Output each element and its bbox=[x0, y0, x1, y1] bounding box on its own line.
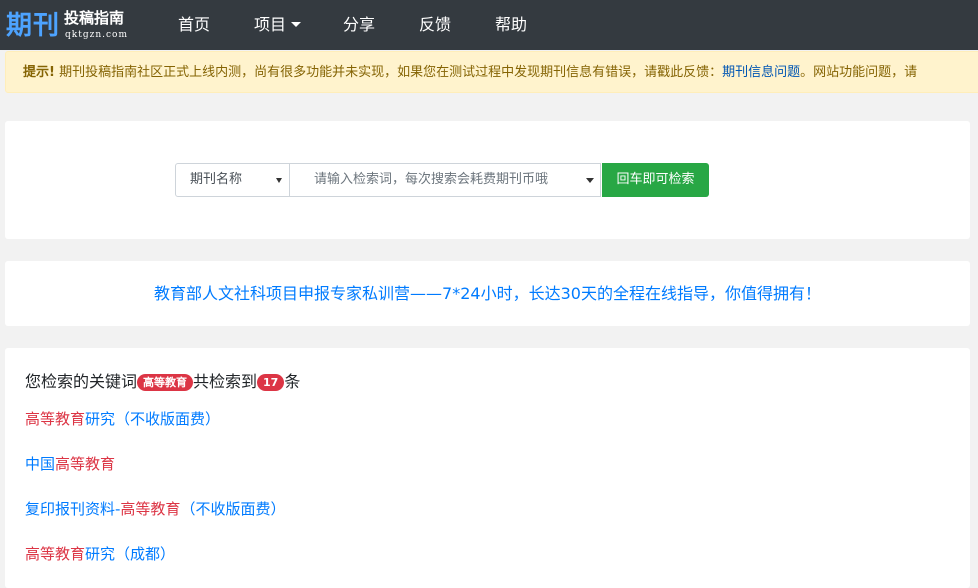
result-post: 研究（不收版面费） bbox=[85, 410, 221, 428]
result-pre: 中国 bbox=[25, 455, 56, 473]
keyword-badge: 高等教育 bbox=[137, 374, 194, 391]
input-dropdown-icon[interactable] bbox=[586, 178, 594, 183]
result-pre: 复印报刊资料- bbox=[25, 500, 121, 518]
result-highlight: 高等教育 bbox=[55, 455, 116, 473]
summary-mid: 共检索到 bbox=[193, 372, 258, 391]
result-highlight: 高等教育 bbox=[25, 545, 86, 563]
result-post: （不收版面费） bbox=[180, 500, 286, 518]
select-caret-icon bbox=[276, 178, 282, 183]
chevron-down-icon bbox=[291, 22, 302, 27]
count-badge: 17 bbox=[257, 374, 285, 391]
search-input[interactable]: 请输入检索词，每次搜索会耗费期刊币哦 bbox=[290, 163, 601, 197]
alert-prefix: 提示! bbox=[23, 65, 55, 80]
result-item[interactable]: 高等教育研究（成都） bbox=[25, 544, 175, 564]
notice-alert: 提示! 期刊投稿指南社区正式上线内测，尚有很多功能并未实现，如果您在测试过程中发… bbox=[5, 51, 978, 93]
result-item[interactable]: 中国高等教育 bbox=[25, 454, 115, 474]
nav-item-projects-label: 项目 bbox=[254, 15, 287, 34]
search-button[interactable]: 回车即可检索 bbox=[602, 163, 709, 197]
alert-suffix: 。网站功能问题，请 bbox=[800, 65, 918, 80]
result-item[interactable]: 高等教育研究（不收版面费） bbox=[25, 409, 220, 429]
result-highlight: 高等教育 bbox=[120, 500, 181, 518]
nav-item-help[interactable]: 帮助 bbox=[495, 14, 527, 36]
nav-item-share[interactable]: 分享 bbox=[343, 14, 375, 36]
alert-feedback-link[interactable]: 期刊信息问题 bbox=[722, 65, 800, 80]
logo-chinese-text: 投稿指南 bbox=[64, 9, 125, 27]
nav-item-feedback[interactable]: 反馈 bbox=[419, 14, 451, 36]
summary-suffix: 条 bbox=[284, 372, 301, 391]
search-field-select[interactable]: 期刊名称 bbox=[175, 163, 290, 197]
result-post: 研究（成都） bbox=[85, 545, 176, 563]
logo-big-text: 期刊 bbox=[6, 11, 61, 41]
result-summary: 您检索的关键词 高等教育 共检索到 17 条 bbox=[25, 372, 300, 392]
search-card: 期刊名称 请输入检索词，每次搜索会耗费期刊币哦 回车即可检索 bbox=[5, 121, 970, 239]
result-item[interactable]: 复印报刊资料-高等教育（不收版面费） bbox=[25, 499, 285, 519]
results-card: 您检索的关键词 高等教育 共检索到 17 条 高等教育研究（不收版面费） 中国高等教育 … bbox=[5, 348, 970, 588]
nav-item-home[interactable]: 首页 bbox=[178, 14, 210, 36]
navbar: 期刊 投稿指南 qktgzn.com 首页 项目 分享 反馈 帮助 bbox=[0, 0, 978, 50]
alert-message: 期刊投稿指南社区正式上线内测，尚有很多功能并未实现，如果您在测试过程中发现期刊信… bbox=[54, 65, 723, 80]
search-input-placeholder: 请输入检索词，每次搜索会耗费期刊币哦 bbox=[314, 172, 549, 187]
result-highlight: 高等教育 bbox=[25, 410, 86, 428]
banner-card: 教育部人文社科项目申报专家私训营——7*24小时，长达30天的全程在线指导，你值… bbox=[5, 261, 970, 326]
promo-banner-link[interactable]: 教育部人文社科项目申报专家私训营——7*24小时，长达30天的全程在线指导，你值… bbox=[5, 283, 970, 305]
alert-text: 提示! 期刊投稿指南社区正式上线内测，尚有很多功能并未实现，如果您在测试过程中发… bbox=[23, 64, 917, 82]
search-field-select-value: 期刊名称 bbox=[190, 172, 243, 187]
nav-item-projects[interactable]: 项目 bbox=[254, 14, 302, 36]
logo-domain-text: qktgzn.com bbox=[65, 30, 128, 40]
summary-prefix: 您检索的关键词 bbox=[25, 372, 138, 391]
